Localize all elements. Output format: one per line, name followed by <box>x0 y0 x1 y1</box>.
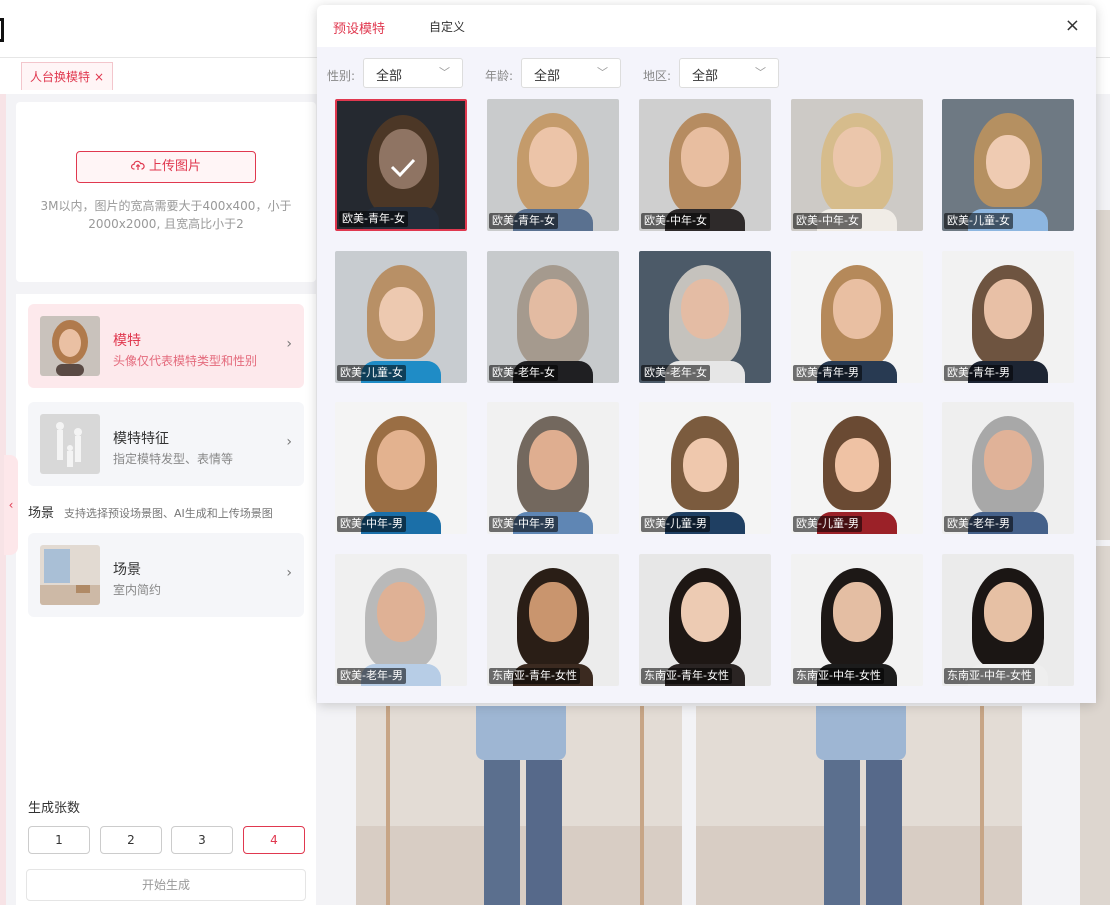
age-filter-label: 年龄: <box>485 69 514 83</box>
start-generate-button[interactable]: 开始生成 <box>26 869 306 901</box>
model-feature-card[interactable]: 模特特征 指定模特发型、表情等 › <box>28 402 304 486</box>
model-tile[interactable]: 欧美-儿童-男 <box>791 402 923 534</box>
model-tag: 东南亚-中年-女性 <box>793 668 884 684</box>
model-tile[interactable]: 欧美-儿童-女 <box>942 99 1074 231</box>
model-tag: 欧美-青年-男 <box>944 365 1013 381</box>
model-tile[interactable]: 欧美-中年-男 <box>335 402 467 534</box>
model-tile[interactable]: 欧美-青年-男 <box>791 251 923 383</box>
upload-panel: 上传图片 3M以内，图片的宽高需要大于400x400，小于 2000x2000,… <box>16 102 316 282</box>
model-tag: 欧美-中年-男 <box>337 516 406 532</box>
count-label: 生成张数 <box>28 801 81 816</box>
settings-panel: 模特 头像仅代表模特类型和性别 › 模特特征 指定模特发型、表情等 › 场景 支持… <box>16 294 316 905</box>
model-card-subtitle: 头像仅代表模特类型和性别 <box>113 354 258 368</box>
model-tag: 东南亚-青年-女性 <box>489 668 580 684</box>
gender-filter-value: 全部 <box>376 69 403 84</box>
feature-card-subtitle: 指定模特发型、表情等 <box>113 452 234 466</box>
tab-preset-models[interactable]: 预设模特 <box>333 18 385 37</box>
model-tag: 东南亚-青年-女性 <box>641 668 732 684</box>
scene-card[interactable]: 场景 室内简约 › <box>28 533 304 617</box>
model-tile[interactable]: 欧美-儿童-男 <box>639 402 771 534</box>
model-tile[interactable]: 东南亚-中年-女性 <box>942 554 1074 686</box>
model-tag: 欧美-老年-女 <box>489 365 558 381</box>
scene-section-header: 场景 支持选择预设场景图、AI生成和上传场景图 <box>28 502 318 521</box>
age-filter-value: 全部 <box>534 69 561 84</box>
close-icon[interactable]: × <box>1065 15 1080 36</box>
upload-tip-line: 2000x2000, 且宽高比小于2 <box>88 217 244 231</box>
model-tile[interactable]: 东南亚-青年-女性 <box>639 554 771 686</box>
region-filter-label: 地区: <box>643 69 672 83</box>
result-preview-1[interactable] <box>356 706 682 905</box>
region-filter-value: 全部 <box>692 69 719 84</box>
cloud-upload-icon <box>130 160 145 170</box>
model-tag: 欧美-儿童-女 <box>337 365 406 381</box>
chevron-down-icon: ﹀ <box>597 66 608 79</box>
check-icon <box>390 158 416 178</box>
model-tag: 欧美-中年-男 <box>489 516 558 532</box>
model-tile[interactable]: 欧美-儿童-女 <box>335 251 467 383</box>
model-tag: 欧美-老年-女 <box>641 365 710 381</box>
gender-filter-label: 性别: <box>327 69 356 83</box>
model-tag: 欧美-中年-女 <box>641 213 710 229</box>
model-thumbnail <box>40 316 100 376</box>
region-filter-select[interactable]: 全部 ﹀ <box>679 58 779 88</box>
model-tile[interactable]: 东南亚-青年-女性 <box>487 554 619 686</box>
model-tile[interactable]: 欧美-中年-男 <box>487 402 619 534</box>
model-tag: 东南亚-中年-女性 <box>944 668 1035 684</box>
logo <box>0 18 4 42</box>
chevron-down-icon: ﹀ <box>755 66 766 79</box>
model-tile[interactable]: 欧美-中年-女 <box>639 99 771 231</box>
model-picker-popup: 预设模特 自定义 × 性别: 全部 ﹀ 年龄: 全部 ﹀ 地区: 全部 ﹀ 欧美… <box>317 5 1096 703</box>
model-tile[interactable]: 欧美-老年-男 <box>942 402 1074 534</box>
model-card-title: 模特 <box>113 333 141 349</box>
chevron-right-icon: › <box>286 565 292 581</box>
scene-section-label: 场景 <box>28 506 55 521</box>
count-button-4[interactable]: 4 <box>243 826 305 854</box>
scene-section-hint: 支持选择预设场景图、AI生成和上传场景图 <box>64 507 273 520</box>
scene-card-subtitle: 室内简约 <box>113 583 162 597</box>
tab-person-model-swap[interactable]: 人台换模特 × <box>21 62 114 90</box>
count-button-2[interactable]: 2 <box>100 826 162 854</box>
model-tile[interactable]: 欧美-老年-女 <box>639 251 771 383</box>
gender-filter-select[interactable]: 全部 ﹀ <box>363 58 463 88</box>
chevron-right-icon: › <box>286 434 292 450</box>
model-tag: 欧美-老年-男 <box>337 668 406 684</box>
tab-label: 人台换模特 <box>30 70 91 84</box>
model-tile[interactable]: 欧美-青年-男 <box>942 251 1074 383</box>
upload-button-label: 上传图片 <box>148 159 201 174</box>
model-tag: 欧美-儿童-男 <box>793 516 862 532</box>
model-tag: 欧美-青年-男 <box>793 365 862 381</box>
model-tile[interactable]: 欧美-青年-女 <box>487 99 619 231</box>
model-tag: 欧美-青年-女 <box>339 211 408 227</box>
popup-body: 性别: 全部 ﹀ 年龄: 全部 ﹀ 地区: 全部 ﹀ 欧美-青年-女欧美-青年-… <box>317 47 1096 703</box>
upload-tip-line: 3M以内，图片的宽高需要大于400x400，小于 <box>40 199 292 213</box>
model-tile[interactable]: 东南亚-中年-女性 <box>791 554 923 686</box>
collapse-panel-icon[interactable]: ‹ <box>4 455 18 555</box>
model-tile[interactable]: 欧美-老年-女 <box>487 251 619 383</box>
count-button-1[interactable]: 1 <box>28 826 90 854</box>
model-tag: 欧美-儿童-男 <box>641 516 710 532</box>
model-tag: 欧美-中年-女 <box>793 213 862 229</box>
tab-custom[interactable]: 自定义 <box>429 18 465 35</box>
scene-card-title: 场景 <box>113 562 141 578</box>
model-tile[interactable]: 欧美-老年-男 <box>335 554 467 686</box>
model-tile[interactable]: 欧美-中年-女 <box>791 99 923 231</box>
scene-thumbnail <box>40 545 100 605</box>
model-tile[interactable]: 欧美-青年-女 <box>335 99 467 231</box>
chevron-down-icon: ﹀ <box>439 66 450 79</box>
count-button-3[interactable]: 3 <box>171 826 233 854</box>
mannequin-thumbnail <box>40 414 100 474</box>
chevron-right-icon: › <box>286 336 292 352</box>
model-tag: 欧美-青年-女 <box>489 213 558 229</box>
feature-card-title: 模特特征 <box>113 431 169 447</box>
result-preview-2[interactable] <box>696 706 1022 905</box>
model-card[interactable]: 模特 头像仅代表模特类型和性别 › <box>28 304 304 388</box>
model-tag: 欧美-老年-男 <box>944 516 1013 532</box>
model-tag: 欧美-儿童-女 <box>944 213 1013 229</box>
upload-tip: 3M以内，图片的宽高需要大于400x400，小于 2000x2000, 且宽高比… <box>36 197 296 233</box>
upload-image-button[interactable]: 上传图片 <box>76 151 256 183</box>
tab-close-icon[interactable]: × <box>94 70 104 84</box>
age-filter-select[interactable]: 全部 ﹀ <box>521 58 621 88</box>
